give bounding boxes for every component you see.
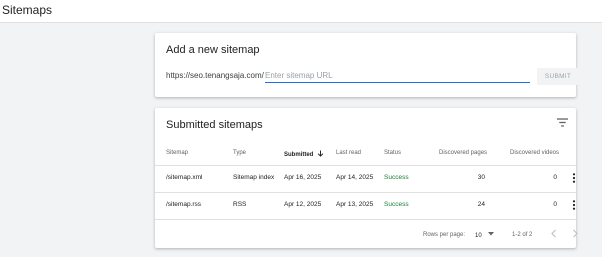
filter-icon[interactable] bbox=[557, 118, 568, 127]
more-vert-icon[interactable] bbox=[572, 200, 576, 210]
row-2-type: RSS bbox=[233, 201, 247, 208]
row-2-submitted: Apr 12, 2025 bbox=[284, 201, 322, 208]
sitemap-url-input[interactable] bbox=[265, 68, 530, 83]
row-1-type: Sitemap index bbox=[233, 174, 275, 181]
submitted-sitemaps-card: Submitted sitemaps Sitemap Type Submitte… bbox=[155, 108, 579, 248]
column-header-status[interactable]: Status bbox=[384, 150, 401, 156]
column-header-type[interactable]: Type bbox=[233, 150, 246, 156]
row-1-last-read: Apr 14, 2025 bbox=[336, 174, 374, 181]
rows-per-page-select[interactable]: 10 bbox=[475, 232, 495, 239]
row-2-last-read: Apr 13, 2025 bbox=[336, 201, 374, 208]
top-bar: Sitemaps bbox=[0, 0, 602, 23]
chevron-right-icon[interactable] bbox=[571, 229, 579, 238]
more-vert-icon[interactable] bbox=[572, 173, 576, 183]
divider bbox=[155, 165, 576, 166]
add-sitemap-title: Add a new sitemap bbox=[166, 44, 260, 56]
row-1-sitemap[interactable]: /sitemap.xml bbox=[166, 174, 202, 181]
column-header-submitted-label: Submitted bbox=[284, 152, 314, 158]
row-2-sitemap[interactable]: /sitemap.rss bbox=[166, 201, 201, 208]
url-prefix: https://seo.tenangsaja.com/ bbox=[166, 71, 264, 80]
rows-per-page-value: 10 bbox=[475, 233, 482, 239]
rows-per-page-label: Rows per page: bbox=[423, 232, 466, 238]
column-header-last-read[interactable]: Last read bbox=[336, 150, 361, 156]
divider bbox=[155, 219, 576, 220]
row-1-discovered-videos: 0 bbox=[553, 174, 557, 181]
column-header-discovered-pages[interactable]: Discovered pages bbox=[439, 150, 487, 156]
column-header-sitemap[interactable]: Sitemap bbox=[166, 150, 188, 156]
pagination-range: 1-2 of 2 bbox=[512, 232, 533, 238]
row-2-discovered-pages: 24 bbox=[477, 201, 485, 208]
row-1-discovered-pages: 30 bbox=[477, 174, 485, 181]
row-1-submitted: Apr 16, 2025 bbox=[284, 174, 322, 181]
row-1-status: Success bbox=[384, 174, 409, 181]
add-sitemap-card: Add a new sitemap https://seo.tenangsaja… bbox=[155, 33, 579, 97]
page-title: Sitemaps bbox=[2, 3, 53, 17]
row-2-discovered-videos: 0 bbox=[553, 201, 557, 208]
chevron-left-icon[interactable] bbox=[550, 229, 558, 238]
column-header-discovered-videos[interactable]: Discovered videos bbox=[510, 150, 559, 156]
column-header-submitted[interactable]: Submitted bbox=[284, 150, 324, 158]
submit-button[interactable]: SUBMIT bbox=[537, 68, 579, 85]
dropdown-arrow-icon bbox=[488, 232, 495, 236]
divider bbox=[155, 192, 576, 193]
sort-down-arrow-icon bbox=[317, 150, 324, 157]
submitted-sitemaps-title: Submitted sitemaps bbox=[166, 119, 263, 131]
row-2-status: Success bbox=[384, 201, 409, 208]
